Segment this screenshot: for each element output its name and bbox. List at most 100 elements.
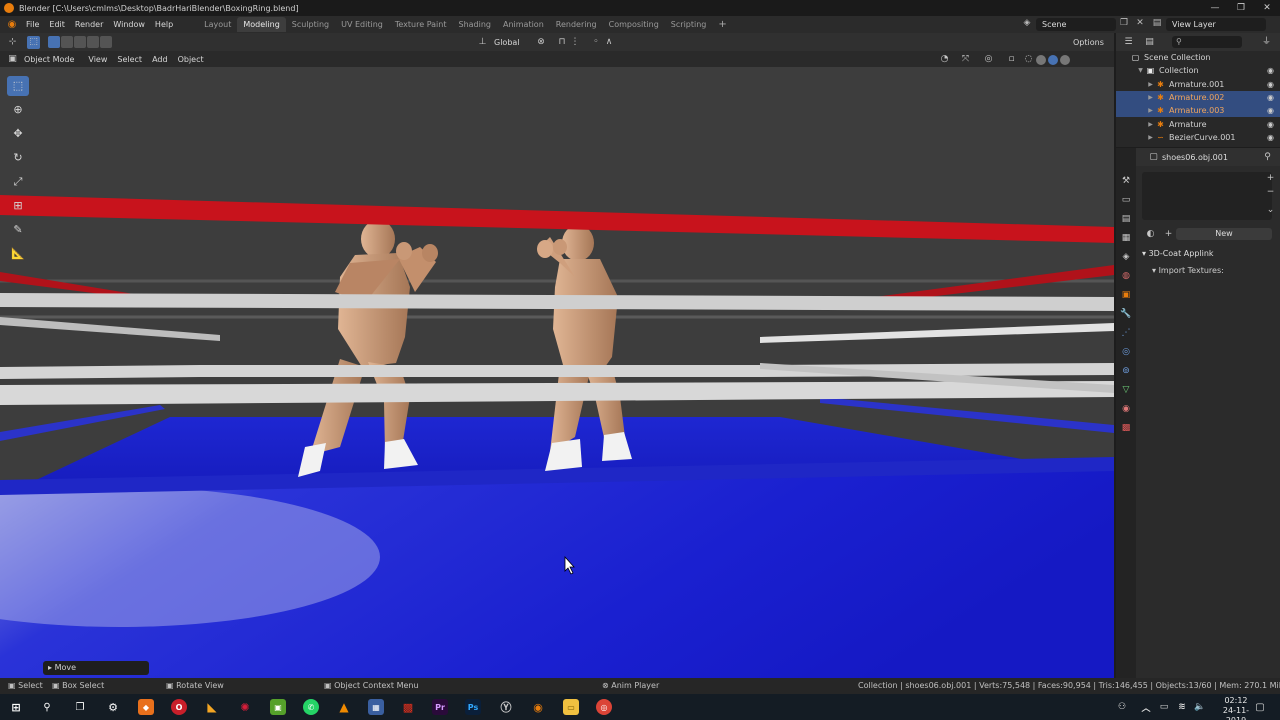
menu-select[interactable]: Select [112,53,147,66]
slot-menu-icon[interactable]: ⌄ [1264,204,1277,217]
world-tab-icon[interactable]: ◍ [1119,269,1133,283]
material-shading-icon[interactable] [1048,54,1058,65]
visibility-eye-icon[interactable]: ◉ [1267,66,1274,75]
menu-help[interactable]: Help [150,20,178,29]
close-button[interactable]: ✕ [1254,0,1280,16]
whatsapp-icon[interactable]: ✆ [303,699,319,715]
tool-tab-icon[interactable]: ⚒ [1119,174,1133,188]
app-grid-icon[interactable]: ▩ [400,699,416,715]
object-mode-dropdown[interactable]: Object Mode [19,53,79,66]
premiere-icon[interactable]: Pr [432,699,448,715]
add-material-icon[interactable]: + [1162,228,1175,241]
scene-tab-icon[interactable]: ◈ [1119,250,1133,264]
file-explorer-icon[interactable]: ▭ [563,699,579,715]
search-icon[interactable]: ⚲ [39,699,55,715]
app-blue-icon[interactable]: ▦ [368,699,384,715]
render-tab-icon[interactable]: ▭ [1119,193,1133,207]
constraints-tab-icon[interactable]: ⊚ [1119,364,1133,378]
view-layer-selector[interactable]: View Layer [1166,18,1266,31]
select-invert-mode-icon[interactable] [87,36,99,48]
options-dropdown[interactable]: Options [1068,36,1109,49]
last-operator-panel[interactable]: ▸ Move [43,661,149,675]
wireframe-shading-icon[interactable]: ◌ [1022,53,1035,66]
gizmo-icon[interactable]: ⤧ [959,53,972,66]
menu-view[interactable]: View [83,53,112,66]
disclosure-icon[interactable]: ▶ [1146,121,1155,128]
blender-taskbar-icon[interactable]: ◉ [530,699,546,715]
move-tool-icon[interactable]: ✥ [7,124,29,144]
menu-window[interactable]: Window [108,20,150,29]
scale-tool-icon[interactable]: ⤢ [7,172,29,192]
new-scene-icon[interactable]: ❐ [1118,18,1130,30]
app-y-icon[interactable]: Ⓨ [498,699,514,715]
physics-tab-icon[interactable]: ◎ [1119,345,1133,359]
solid-shading-icon[interactable] [1036,54,1046,65]
measure-tool-icon[interactable]: 📐 [7,244,29,264]
maximize-button[interactable]: ❐ [1228,0,1254,16]
pin-icon[interactable]: ⚲ [1261,151,1274,164]
rotate-tool-icon[interactable]: ↻ [7,148,29,168]
select-extend-mode-icon[interactable] [61,36,73,48]
app-orange-icon[interactable]: ◆ [138,699,154,715]
menu-edit[interactable]: Edit [44,20,70,29]
editor-type-icon[interactable]: ⊹ [6,36,19,49]
app-red-icon[interactable]: ✺ [237,699,253,715]
tab-layout[interactable]: Layout [198,17,237,32]
photoshop-icon[interactable]: Ps [465,699,481,715]
visibility-eye-icon[interactable]: ◉ [1267,93,1274,102]
outliner-editor-icon[interactable]: ☰ [1122,36,1135,49]
vlc-icon[interactable]: ▲ [336,699,352,715]
blender-menu-icon[interactable]: ◉ [5,19,19,31]
minimize-button[interactable]: — [1202,0,1228,16]
outliner-row-collection[interactable]: ▼ ▣ Collection ◉ [1116,64,1280,77]
tab-modeling[interactable]: Modeling [237,17,286,32]
select-tool-icon[interactable]: ⬚ [27,35,40,49]
particles-tab-icon[interactable]: ⋰ [1119,326,1133,340]
select-box-tool-icon[interactable]: ⬚ [7,76,29,96]
battery-icon[interactable]: ▭ [1156,699,1172,715]
view-layer-tab-icon[interactable]: ▦ [1119,231,1133,245]
visibility-eye-icon[interactable]: ◉ [1267,80,1274,89]
disclosure-icon[interactable]: ▶ [1146,134,1155,141]
brave-icon[interactable]: ◣ [204,699,220,715]
tab-shading[interactable]: Shading [452,17,497,32]
disclosure-icon[interactable]: ▶ [1146,107,1155,114]
material-slot-list[interactable] [1142,172,1272,220]
output-tab-icon[interactable]: ▤ [1119,212,1133,226]
visibility-eye-icon[interactable]: ◉ [1267,133,1274,142]
outliner-row-scene-collection[interactable]: ▢ Scene Collection [1116,51,1280,64]
people-icon[interactable]: ⚇ [1114,699,1130,715]
add-slot-icon[interactable]: + [1264,172,1277,185]
tab-compositing[interactable]: Compositing [603,17,665,32]
menu-object[interactable]: Object [173,53,209,66]
pivot-icon[interactable]: ⊗ [535,36,548,49]
cursor-tool-icon[interactable]: ⊕ [7,100,29,120]
visibility-icon[interactable]: ◔ [938,53,951,66]
disclosure-icon[interactable]: ▶ [1146,94,1155,101]
scene-selector[interactable]: Scene [1036,18,1116,31]
3d-coat-applink-panel[interactable]: ▾ 3D-Coat Applink [1136,248,1276,260]
outliner-row-armature-001[interactable]: ▶ ✱ Armature.001 ◉ [1116,78,1280,91]
menu-file[interactable]: File [21,20,44,29]
outliner-row-armature-002[interactable]: ▶ ✱ Armature.002 ◉ [1116,90,1280,105]
tab-animation[interactable]: Animation [497,17,550,32]
select-new-mode-icon[interactable] [48,36,60,48]
proportional-edit-icon[interactable]: ◦ [590,36,603,49]
menu-render[interactable]: Render [70,20,108,29]
data-tab-icon[interactable]: ▽ [1119,383,1133,397]
import-textures-subpanel[interactable]: ▾ Import Textures: [1146,265,1276,277]
display-mode-icon[interactable]: ▤ [1143,36,1156,49]
annotate-tool-icon[interactable]: ✎ [7,220,29,240]
scene-icon[interactable]: ◈ [1020,18,1034,31]
visibility-eye-icon[interactable]: ◉ [1267,120,1274,129]
outliner-row-armature[interactable]: ▶ ✱ Armature ◉ [1116,117,1280,130]
windows-start-icon[interactable]: ⊞ [8,699,24,715]
menu-add[interactable]: Add [147,53,173,66]
volume-icon[interactable]: 🔈 [1192,699,1208,715]
disclosure-icon[interactable]: ▶ [1146,81,1155,88]
new-material-button[interactable]: New [1176,228,1272,240]
outliner-row-beziercurve-001[interactable]: ▶ ∽ BezierCurve.001 ◉ [1116,131,1280,144]
outliner-row-armature-003[interactable]: ▶ ✱ Armature.003 ◉ [1116,104,1280,118]
object-tab-icon[interactable]: ▣ [1119,288,1133,302]
select-intersect-mode-icon[interactable] [100,36,112,48]
